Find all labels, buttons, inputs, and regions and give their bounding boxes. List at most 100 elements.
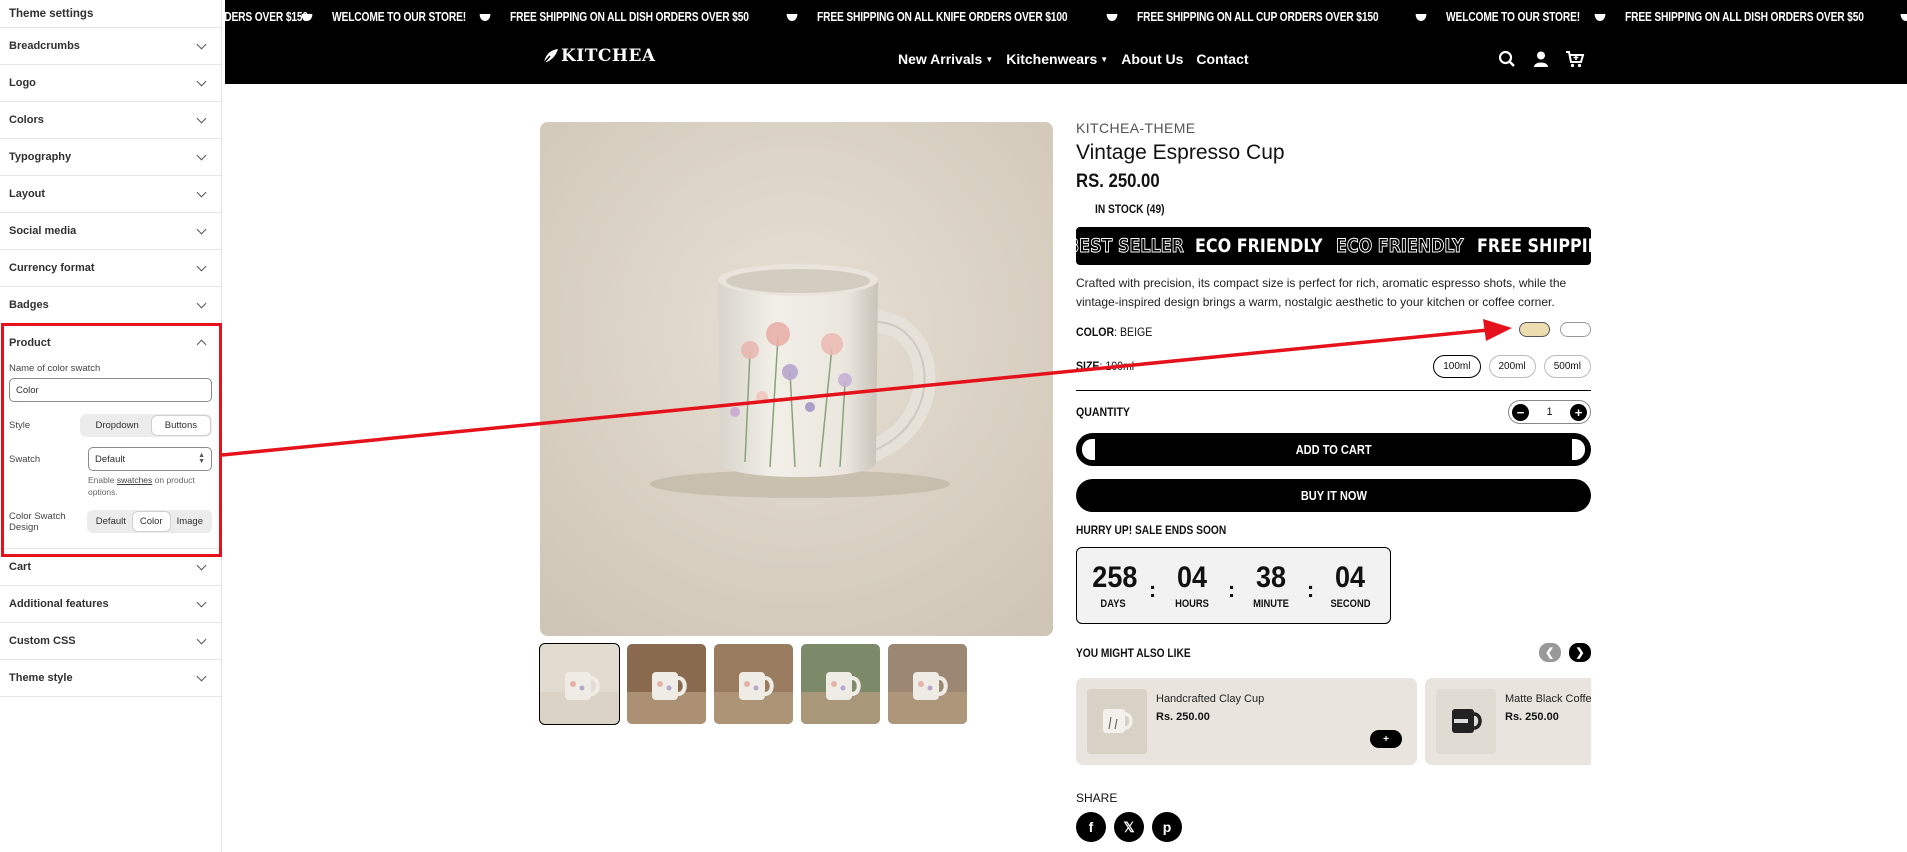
- nav-link-label: About Us: [1121, 51, 1184, 67]
- sidebar-section-additional-features[interactable]: Additional features: [0, 586, 221, 623]
- related-products: Handcrafted Clay Cup Rs. 250.00 + Matte Bla…: [1076, 678, 1591, 765]
- next-arrow-icon[interactable]: ❯: [1569, 643, 1591, 662]
- product-thumbnail[interactable]: [539, 643, 620, 725]
- sidebar-section-breadcrumbs[interactable]: Breadcrumbs: [0, 28, 221, 65]
- option-buttons-button[interactable]: Buttons: [151, 416, 210, 435]
- minus-icon[interactable]: −: [1512, 403, 1529, 421]
- nav-link-kitchenwears[interactable]: Kitchenwears ▼: [1006, 51, 1108, 67]
- chevron-down-icon: [196, 39, 207, 49]
- sidebar-section-typography[interactable]: Typography: [0, 139, 221, 176]
- add-to-cart-label: ADD TO CART: [1295, 442, 1372, 457]
- swatches-link[interactable]: swatches: [117, 475, 152, 485]
- pinterest-icon[interactable]: p: [1152, 812, 1182, 842]
- nav-link-new-arrivals[interactable]: New Arrivals ▼: [898, 51, 993, 67]
- size-option-500ml[interactable]: 500ml: [1543, 354, 1591, 378]
- buy-now-button[interactable]: BUY IT NOW: [1076, 479, 1591, 512]
- countdown-value: 258: [1092, 561, 1138, 594]
- bowl-icon: [1415, 13, 1427, 21]
- nav-link-about-us[interactable]: About Us: [1121, 51, 1183, 67]
- quantity-value[interactable]: 1: [1546, 406, 1552, 418]
- marquee-item: FREE SHIPPING: [1477, 235, 1591, 257]
- sidebar-title: Theme settings: [0, 0, 221, 28]
- related-product-card[interactable]: Matte Black Coffee Rs. 250.00: [1425, 678, 1591, 765]
- related-product-image[interactable]: [1436, 689, 1496, 754]
- plus-icon[interactable]: +: [1570, 403, 1587, 421]
- related-header: YOU MIGHT ALSO LIKE ❮ ❯: [1076, 643, 1591, 662]
- stock-status: IN STOCK (49): [1095, 202, 1165, 216]
- nav-link-contact[interactable]: Contact: [1196, 51, 1248, 67]
- color-swatch-white[interactable]: [1560, 322, 1591, 337]
- header-navbar: KITCHEA New Arrivals ▼ Kitchenwears ▼ About …: [225, 34, 1907, 84]
- swatch-name-label: Name of color swatch: [9, 363, 101, 374]
- related-product-price: Rs. 250.00: [1156, 711, 1210, 723]
- countdown-second: 04 SECOND: [1327, 561, 1373, 610]
- announcement-text: WELCOME TO OUR STORE!: [1446, 10, 1581, 24]
- countdown-value: 04: [1334, 561, 1366, 594]
- nav-link-label: New Arrivals: [898, 51, 983, 67]
- countdown-label: DAYS: [1100, 598, 1126, 610]
- quantity-row: QUANTITY − 1 +: [1076, 390, 1591, 424]
- x-icon[interactable]: 𝕏: [1114, 812, 1144, 842]
- share-icons: f 𝕏 p: [1076, 812, 1591, 842]
- sidebar-section-custom-css[interactable]: Custom CSS: [0, 623, 221, 660]
- countdown-timer: 258 DAYS:04 HOURS:38 MINUTE:04 SECOND: [1076, 547, 1391, 624]
- option-default-button[interactable]: Default: [89, 512, 133, 531]
- chevron-down-icon: [196, 76, 207, 86]
- swatch-name-input[interactable]: [9, 378, 212, 402]
- related-product-name: Handcrafted Clay Cup: [1156, 693, 1265, 705]
- product-thumbnail[interactable]: [801, 644, 880, 724]
- search-icon[interactable]: [1497, 49, 1517, 69]
- size-option-100ml[interactable]: 100ml: [1433, 354, 1481, 378]
- sidebar-section-cart[interactable]: Cart: [0, 549, 221, 586]
- sidebar-section-layout[interactable]: Layout: [0, 176, 221, 213]
- sidebar-section-label: Layout: [9, 188, 46, 200]
- announcement-item: FREE SHIPPING ON ALL CUP ORDERS OVER $15…: [1087, 10, 1378, 24]
- sidebar-section-product[interactable]: Product: [9, 324, 212, 361]
- product-main-image[interactable]: [540, 122, 1053, 636]
- countdown-separator: :: [1148, 576, 1157, 602]
- option-color-button[interactable]: Color: [132, 512, 170, 531]
- bowl-icon: [480, 13, 491, 21]
- related-product-image[interactable]: [1087, 689, 1147, 754]
- marquee-item: ECO FRIENDLY: [1336, 235, 1464, 258]
- size-option-label: SIZE: 100ml: [1076, 359, 1135, 373]
- chevron-down-icon: [196, 560, 207, 570]
- related-title: YOU MIGHT ALSO LIKE: [1076, 645, 1191, 660]
- prev-arrow-icon[interactable]: ❮: [1538, 643, 1561, 662]
- option-dropdown-button[interactable]: Dropdown: [82, 416, 151, 435]
- sidebar-section-logo[interactable]: Logo: [0, 65, 221, 102]
- sidebar-section-label: Badges: [9, 299, 49, 311]
- sidebar-section-theme-style[interactable]: Theme style: [0, 660, 221, 697]
- add-to-cart-button[interactable]: ADD TO CART: [1076, 433, 1591, 466]
- color-swatch-beige[interactable]: [1519, 322, 1550, 337]
- announcement-text: FREE SHIPPING ON ALL KNIFE ORDERS OVER $…: [816, 10, 1068, 24]
- buy-now-label: BUY IT NOW: [1300, 488, 1367, 503]
- product-thumbnail[interactable]: [888, 644, 967, 724]
- style-segmented-control: Dropdown Buttons: [80, 414, 212, 437]
- account-icon[interactable]: [1531, 49, 1551, 69]
- chevron-down-icon: [196, 224, 207, 234]
- sidebar-section-currency-format[interactable]: Currency format: [0, 250, 221, 287]
- related-product-card[interactable]: Handcrafted Clay Cup Rs. 250.00 +: [1076, 678, 1417, 765]
- quick-add-icon[interactable]: +: [1370, 730, 1402, 748]
- sidebar-section-colors[interactable]: Colors: [0, 102, 221, 139]
- announcement-text: FREE SHIPPING ON ALL DISH ORDERS OVER $5…: [510, 10, 750, 24]
- swatch-select[interactable]: Default ▲ ▼: [88, 447, 212, 471]
- size-option-200ml[interactable]: 200ml: [1488, 354, 1536, 378]
- product-thumbnail[interactable]: [627, 644, 706, 724]
- sidebar-section-label: Cart: [9, 561, 32, 573]
- sidebar-section-social-media[interactable]: Social media: [0, 213, 221, 250]
- product-info: KITCHEA-THEME Vintage Espresso Cup RS. 2…: [1076, 120, 1591, 842]
- sidebar-section-label: Product: [9, 336, 51, 349]
- option-image-button[interactable]: Image: [170, 512, 210, 531]
- product-thumbnail[interactable]: [714, 644, 793, 724]
- swatch-label: Swatch: [9, 453, 41, 465]
- quantity-stepper[interactable]: − 1 +: [1508, 400, 1591, 424]
- facebook-icon[interactable]: f: [1076, 812, 1106, 842]
- sidebar-section-badges[interactable]: Badges: [0, 287, 221, 324]
- cart-icon[interactable]: [1565, 49, 1585, 69]
- store-logo[interactable]: KITCHEA: [541, 46, 656, 66]
- theme-settings-sidebar: Theme settings Breadcrumbs Logo Colors Typo…: [0, 0, 222, 852]
- chevron-down-icon: ▼: [985, 55, 994, 64]
- color-value: BEIGE: [1120, 325, 1153, 339]
